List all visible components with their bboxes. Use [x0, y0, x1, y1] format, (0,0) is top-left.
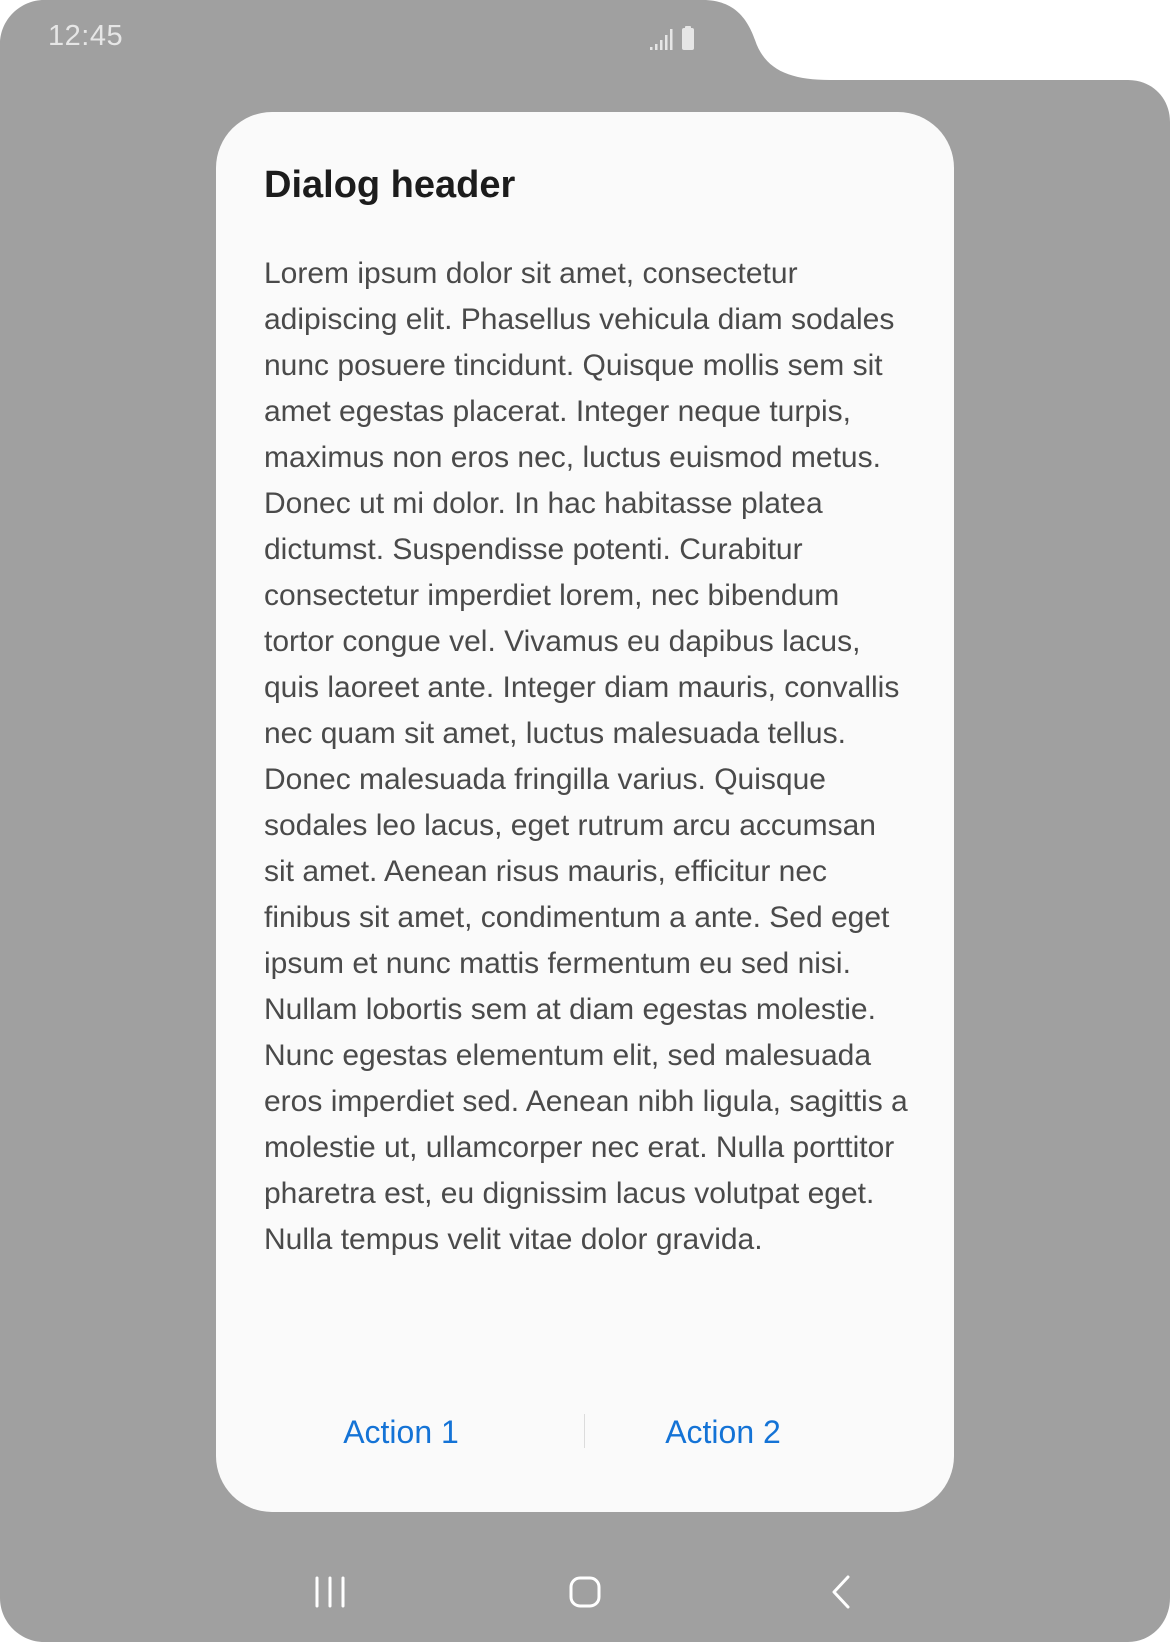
dialog-header: Dialog header: [264, 164, 516, 206]
dialog-body-text: Lorem ipsum dolor sit amet, consectetur …: [264, 257, 908, 1256]
cellular-signal-icon: [650, 29, 673, 50]
back-button[interactable]: [810, 1562, 870, 1622]
action-1-button[interactable]: Action 1: [276, 1402, 526, 1462]
dialog: Dialog header Lorem ipsum dolor sit amet…: [216, 112, 954, 1512]
recent-apps-icon: [315, 1576, 345, 1608]
back-icon: [832, 1575, 850, 1609]
action-2-button[interactable]: Action 2: [598, 1402, 848, 1462]
home-button[interactable]: [555, 1562, 615, 1622]
device-screen: 12:45 Dialog header Lorem ipsum dolor si…: [0, 0, 1170, 1642]
status-bar-time: 12:45: [48, 20, 124, 52]
status-bar-icons: [650, 26, 694, 50]
dialog-action-bar: Action 1 Action 2: [216, 1402, 954, 1462]
battery-icon: [682, 26, 694, 50]
home-icon: [569, 1576, 601, 1608]
action-divider: [584, 1414, 585, 1448]
recent-apps-button[interactable]: [300, 1562, 360, 1622]
